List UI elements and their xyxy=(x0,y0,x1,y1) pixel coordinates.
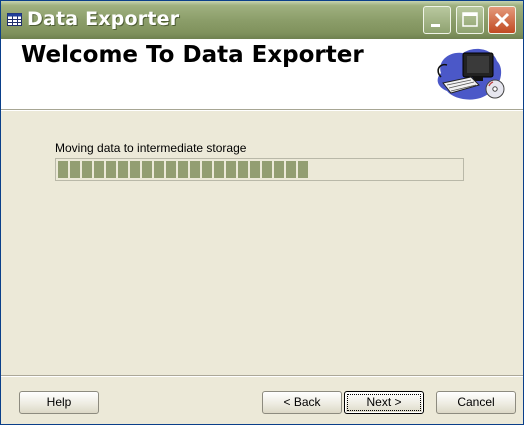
progress-block xyxy=(262,161,272,178)
close-icon xyxy=(494,12,510,28)
progress-block xyxy=(142,161,152,178)
progress-block xyxy=(190,161,200,178)
progress-block xyxy=(238,161,248,178)
progress-bar xyxy=(55,158,464,181)
header-banner: Welcome To Data Exporter xyxy=(1,39,523,110)
progress-block xyxy=(214,161,224,178)
next-button[interactable]: Next > xyxy=(344,391,424,414)
cancel-button[interactable]: Cancel xyxy=(436,391,516,414)
close-button[interactable] xyxy=(488,6,516,34)
progress-block xyxy=(106,161,116,178)
progress-block xyxy=(250,161,260,178)
minimize-button[interactable] xyxy=(423,6,451,34)
progress-block xyxy=(286,161,296,178)
progress-block xyxy=(70,161,80,178)
progress-label: Moving data to intermediate storage xyxy=(55,141,247,155)
computer-with-disc-icon xyxy=(437,48,505,100)
progress-block xyxy=(130,161,140,178)
back-button[interactable]: < Back xyxy=(262,391,342,414)
banner-title: Welcome To Data Exporter xyxy=(21,42,364,68)
help-button[interactable]: Help xyxy=(19,391,99,414)
progress-block xyxy=(166,161,176,178)
maximize-icon xyxy=(462,12,478,27)
title-bar[interactable]: Data Exporter xyxy=(1,1,523,39)
progress-block xyxy=(298,161,308,178)
progress-block xyxy=(58,161,68,178)
minimize-icon xyxy=(431,24,440,27)
window-title: Data Exporter xyxy=(27,8,180,30)
progress-block xyxy=(202,161,212,178)
progress-block xyxy=(178,161,188,178)
table-app-icon xyxy=(7,13,22,26)
progress-block xyxy=(274,161,284,178)
banner-divider xyxy=(1,110,523,111)
progress-block xyxy=(154,161,164,178)
data-exporter-window: Data Exporter Welcome To Data Exporter M… xyxy=(0,0,524,425)
progress-block xyxy=(94,161,104,178)
footer-divider-highlight xyxy=(1,376,523,377)
maximize-button[interactable] xyxy=(456,6,484,34)
progress-block xyxy=(118,161,128,178)
progress-block xyxy=(226,161,236,178)
progress-block xyxy=(82,161,92,178)
